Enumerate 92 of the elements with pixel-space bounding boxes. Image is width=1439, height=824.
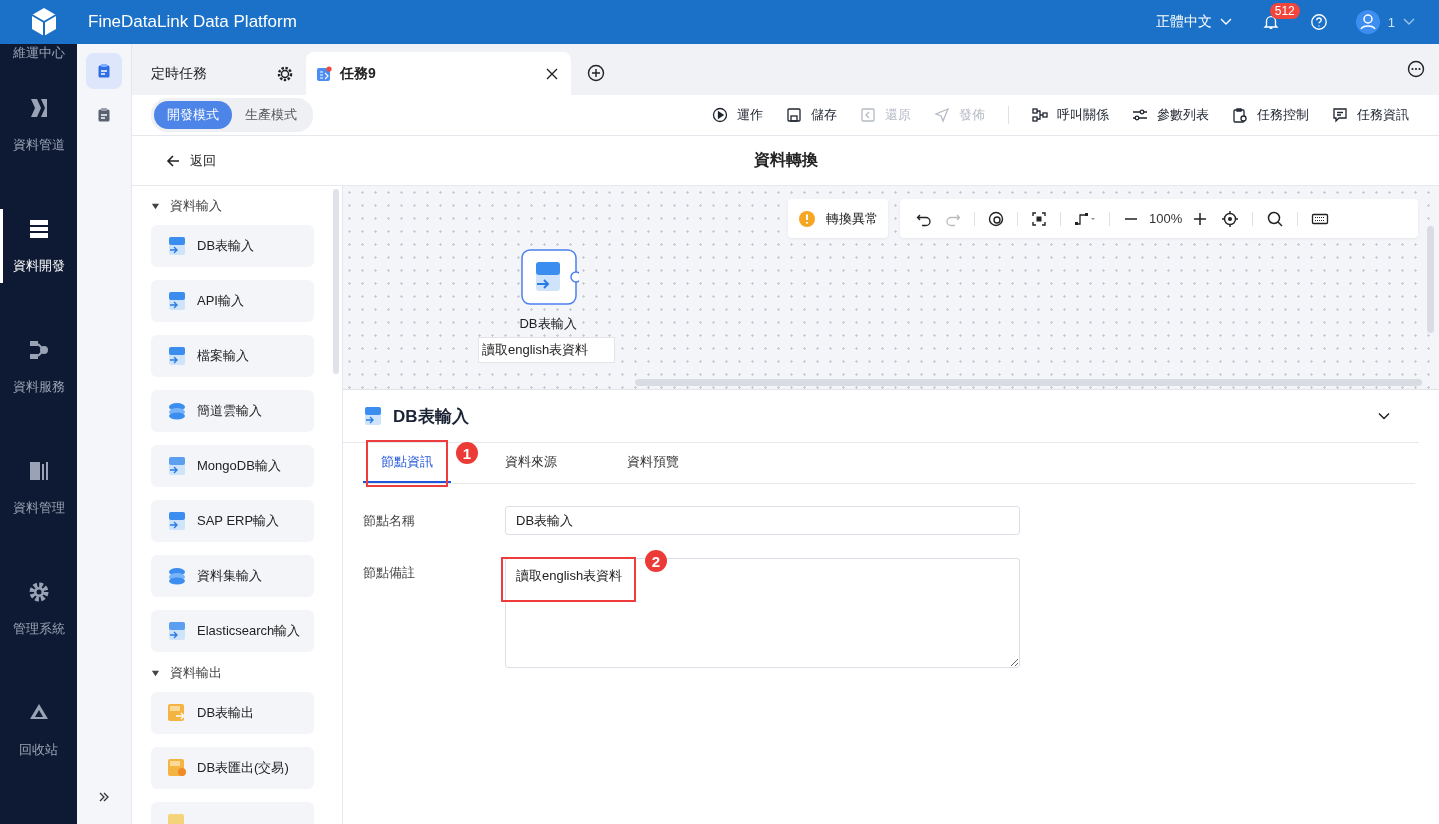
language-dropdown[interactable]: 正體中文 (1155, 13, 1232, 31)
node-type-icon (167, 346, 187, 366)
palette-item[interactable]: SAP ERP輸入 (151, 500, 314, 542)
node-type-icon (167, 621, 187, 641)
task-tab[interactable]: 任務9 (306, 52, 571, 95)
chevron-down-icon (1219, 18, 1232, 26)
nav-item[interactable]: 資料服務 (0, 306, 77, 427)
nav-item[interactable]: 資料管理 (0, 427, 77, 548)
more-icon[interactable] (1407, 60, 1425, 78)
scrollbar[interactable] (333, 189, 339, 374)
close-icon[interactable] (545, 66, 559, 81)
panel-tab[interactable]: 資料來源 (487, 443, 575, 483)
toolbar-action[interactable]: 參數列表 (1132, 106, 1209, 124)
toolbar-action[interactable]: 運作 (712, 106, 763, 124)
node-type-icon (167, 236, 187, 256)
node-type-icon (167, 758, 187, 778)
palette-item[interactable]: DB表輸出 (151, 692, 314, 734)
locate-icon[interactable] (1221, 209, 1240, 228)
palette-item[interactable]: DB表匯出(交易) (151, 747, 314, 789)
panel-title: DB表輸入 (393, 405, 469, 428)
nav-item[interactable]: 資料管道 (0, 64, 77, 185)
mode-option[interactable]: 開發模式 (154, 101, 232, 129)
node-type-icon (167, 401, 187, 421)
scrollbar[interactable] (635, 379, 1422, 386)
nav-item[interactable]: 維運中心 (0, 44, 77, 64)
step-marker: 1 (456, 442, 478, 464)
toolbar-action[interactable]: 儲存 (786, 106, 837, 124)
action-icon (1132, 107, 1148, 123)
action-icon (1032, 107, 1048, 123)
field-label: 節點備註 (363, 564, 416, 582)
nav-item[interactable]: 回收站 (0, 669, 77, 790)
back-button[interactable]: 返回 (165, 151, 216, 170)
nav-item[interactable]: 管理系統 (0, 548, 77, 669)
db-node-icon[interactable] (520, 249, 579, 307)
double-chevron-icon (97, 790, 111, 804)
clipboard-icon[interactable] (86, 53, 122, 89)
warning-badge[interactable]: 轉換異常 (788, 199, 888, 238)
group-header[interactable]: 資料輸出 (151, 665, 342, 681)
node-type-icon (167, 456, 187, 476)
action-icon (860, 107, 876, 123)
action-icon (934, 107, 950, 123)
page-title: 資料轉換 (753, 150, 818, 170)
nav-item[interactable]: 資料開發 (0, 185, 77, 306)
action-icon (1232, 107, 1248, 123)
palette-item[interactable]: 檔案輸入 (151, 335, 314, 377)
node-type-icon (167, 703, 187, 723)
step-marker: 2 (645, 550, 667, 572)
input-field[interactable]: DB表輸入 (505, 506, 1020, 535)
caret-icon (151, 201, 160, 211)
user-menu[interactable]: 1 (1387, 14, 1415, 30)
connector-icon[interactable] (1074, 210, 1096, 227)
avatar-icon[interactable] (1355, 10, 1380, 34)
toolbar-action[interactable]: 呼叫關係 (1032, 106, 1109, 124)
palette-item[interactable]: DB表輸入 (151, 225, 314, 267)
add-tab-icon[interactable] (587, 64, 605, 82)
warning-icon (798, 209, 816, 228)
toolbar-action[interactable]: 任務資訊 (1332, 106, 1409, 124)
action-icon (786, 107, 802, 123)
action-icon (712, 107, 728, 123)
task-icon (316, 65, 332, 82)
scrollbar[interactable] (1427, 226, 1434, 333)
zoom-level: 100% (1149, 211, 1183, 226)
toolbar-action[interactable]: 任務控制 (1232, 106, 1309, 124)
palette-item[interactable]: API輸入 (151, 280, 314, 322)
node-type-icon (167, 566, 187, 586)
notification-count: 512 (1269, 3, 1300, 19)
field-label: 節點名稱 (363, 512, 416, 530)
node-label: DB表輸入 (519, 315, 577, 333)
fit-view-icon[interactable] (1031, 210, 1047, 227)
palette-item[interactable]: 資料集輸入 (151, 555, 314, 597)
back-arrow-icon (165, 152, 181, 169)
palette-item[interactable]: MongoDB輸入 (151, 445, 314, 487)
task-tab[interactable]: 定時任務 (132, 52, 306, 95)
search-icon[interactable] (1266, 209, 1285, 228)
palette-item[interactable]: Elasticsearch輸入 (151, 610, 314, 652)
node-type-icon (167, 511, 187, 531)
help-icon[interactable] (1309, 13, 1328, 31)
panel-tab[interactable]: 節點資訊 (363, 443, 451, 483)
group-header[interactable]: 資料輸入 (151, 198, 342, 214)
chevron-down-icon (1403, 18, 1415, 26)
zoom-in-icon[interactable] (1192, 210, 1209, 227)
app-title: FineDataLink Data Platform (88, 12, 297, 32)
caret-icon (151, 668, 160, 678)
panel-tab[interactable]: 資料預覽 (609, 443, 697, 483)
action-icon (1332, 107, 1348, 123)
palette-item[interactable]: 簡道雲輸入 (151, 390, 314, 432)
bell-icon[interactable] (1261, 13, 1280, 31)
node-type-icon (167, 291, 187, 311)
mode-option[interactable]: 生產模式 (232, 101, 310, 129)
db-table-icon (363, 406, 383, 426)
settings-icon[interactable] (276, 64, 294, 83)
node-note: 讀取english表資料 (478, 337, 615, 363)
